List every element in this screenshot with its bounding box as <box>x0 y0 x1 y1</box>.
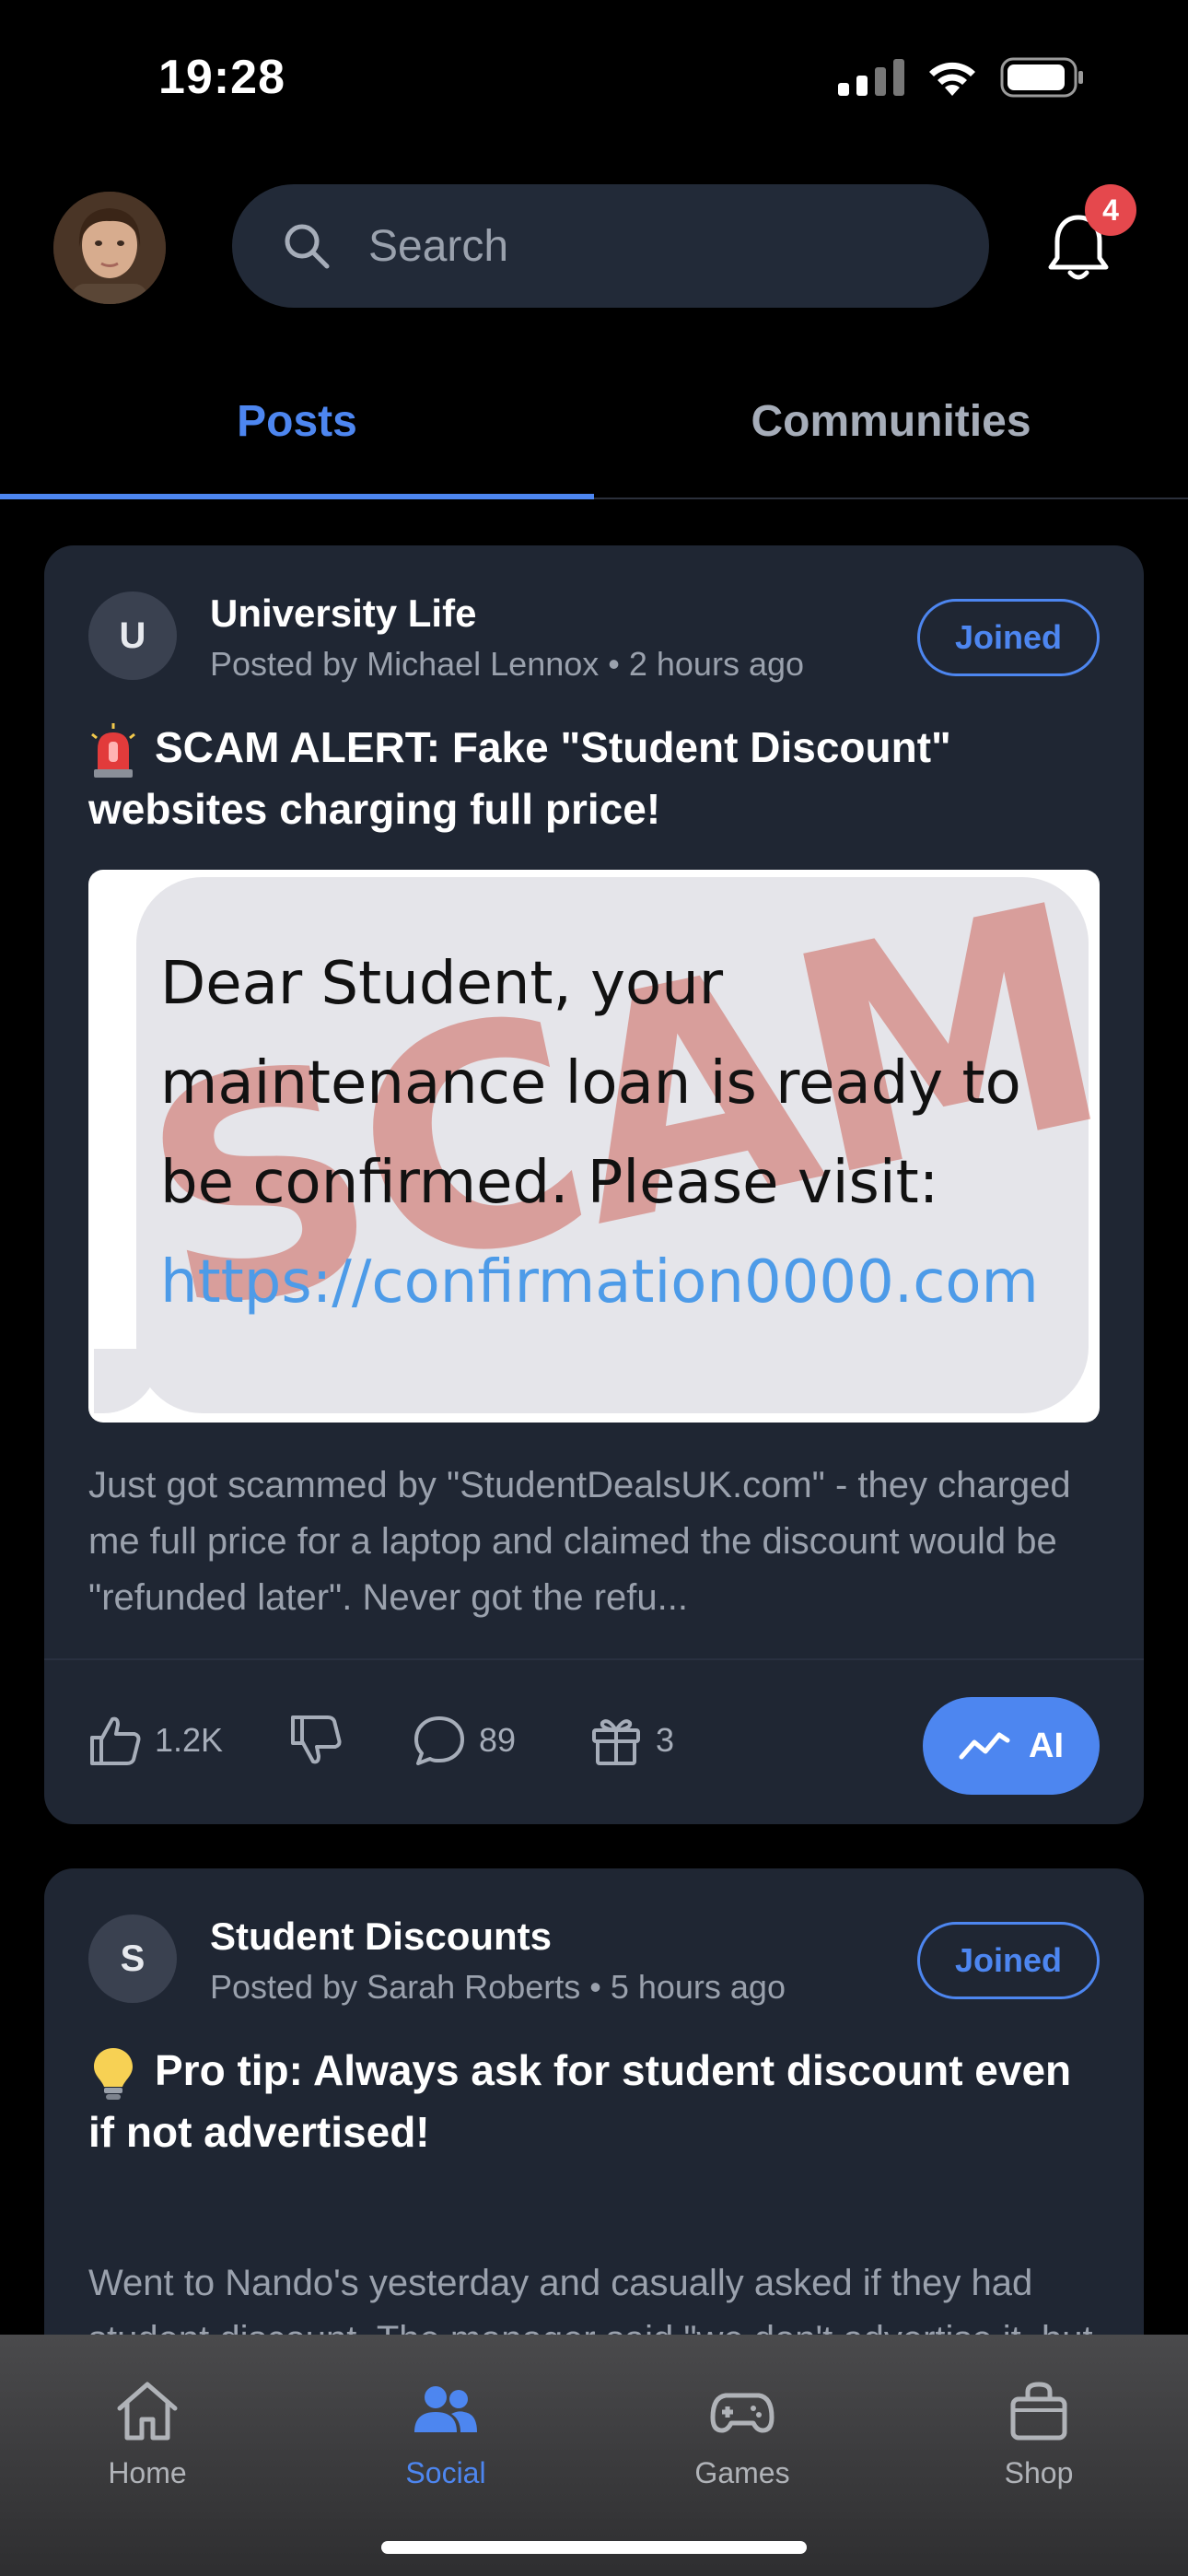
post-title-text: SCAM ALERT: Fake "Student Discount" webs… <box>88 723 951 833</box>
social-feed-screen: 19:28 Search 4 Posts Communities U Unive… <box>0 0 1188 2576</box>
siren-icon <box>91 722 135 778</box>
user-avatar[interactable] <box>53 192 166 304</box>
comment-icon <box>414 1716 464 1765</box>
trend-line-icon <box>959 1732 1010 1760</box>
battery-icon <box>1000 57 1083 98</box>
search-icon <box>285 224 330 269</box>
notification-badge: 4 <box>1085 184 1136 236</box>
community-name[interactable]: University Life <box>210 591 476 636</box>
thumbs-down-icon <box>291 1715 342 1764</box>
wifi-icon <box>929 62 975 96</box>
home-indicator[interactable] <box>381 2541 807 2554</box>
joined-button[interactable]: Joined <box>917 1922 1100 1999</box>
community-name[interactable]: Student Discounts <box>210 1914 552 1959</box>
status-time: 19:28 <box>158 51 285 104</box>
post-image[interactable]: SCAM Dear Student, your maintenance loan… <box>88 870 1100 1423</box>
nav-social[interactable]: Social <box>354 2379 538 2490</box>
gamepad-icon <box>710 2393 775 2433</box>
bottom-nav: Home Social Games Shop <box>0 2335 1188 2576</box>
post-title-text: Pro tip: Always ask for student discount… <box>88 2046 1072 2156</box>
like-button[interactable]: 1.2K <box>88 1714 223 1767</box>
dislike-button[interactable] <box>289 1714 343 1767</box>
nav-social-label: Social <box>405 2456 486 2489</box>
ai-button-label: AI <box>1029 1726 1064 1765</box>
thumbs-up-icon <box>90 1716 141 1765</box>
post-card[interactable]: U University Life Posted by Michael Lenn… <box>44 545 1144 1824</box>
nav-shop[interactable]: Shop <box>947 2379 1131 2490</box>
post-body[interactable]: Just got scammed by "StudentDealsUK.com"… <box>88 1458 1101 1626</box>
people-icon <box>414 2386 477 2432</box>
post-title[interactable]: SCAM ALERT: Fake "Student Discount" webs… <box>88 717 1101 839</box>
search-placeholder: Search <box>368 221 509 271</box>
scam-message-link: https://confirmation0000.com <box>160 1248 1039 1317</box>
community-avatar[interactable]: S <box>88 1914 177 2003</box>
community-avatar[interactable]: U <box>88 591 177 680</box>
gift-button[interactable]: 3 <box>589 1714 674 1767</box>
comment-count: 89 <box>479 1721 517 1759</box>
feed-tabs: Posts Communities <box>0 369 1188 499</box>
post-meta: Posted by Sarah Roberts • 5 hours ago <box>210 1968 786 2006</box>
tab-posts[interactable]: Posts <box>0 396 594 447</box>
status-icons <box>838 57 1085 98</box>
like-count: 1.2K <box>155 1721 224 1759</box>
joined-button[interactable]: Joined <box>917 599 1100 676</box>
home-icon <box>117 2382 178 2441</box>
nav-games-label: Games <box>694 2456 790 2489</box>
ai-button[interactable]: AI <box>923 1697 1100 1795</box>
nav-shop-label: Shop <box>1004 2456 1074 2489</box>
status-bar: 19:28 <box>0 0 1188 147</box>
active-tab-indicator <box>0 494 594 499</box>
post-title[interactable]: Pro tip: Always ask for student discount… <box>88 2040 1101 2162</box>
nav-games[interactable]: Games <box>650 2379 834 2490</box>
post-meta: Posted by Michael Lennox • 2 hours ago <box>210 645 805 683</box>
bag-icon <box>1010 2382 1067 2441</box>
search-bar[interactable]: Search <box>232 184 989 308</box>
top-header: Search 4 <box>0 184 1188 313</box>
tab-communities[interactable]: Communities <box>594 396 1188 447</box>
scam-message: Dear Student, your maintenance loan is r… <box>160 934 1072 1332</box>
nav-home-label: Home <box>108 2456 187 2489</box>
gift-icon <box>592 1719 640 1765</box>
lightbulb-icon <box>94 2047 133 2100</box>
comment-button[interactable]: 89 <box>413 1714 516 1767</box>
cellular-signal-icon <box>838 59 904 96</box>
post-actions: 1.2K 89 3 AI <box>44 1658 1144 1824</box>
nav-home[interactable]: Home <box>55 2379 239 2490</box>
scam-message-text: Dear Student, your maintenance loan is r… <box>160 950 1021 1217</box>
user-avatar-photo <box>53 192 166 304</box>
gift-count: 3 <box>656 1721 675 1759</box>
